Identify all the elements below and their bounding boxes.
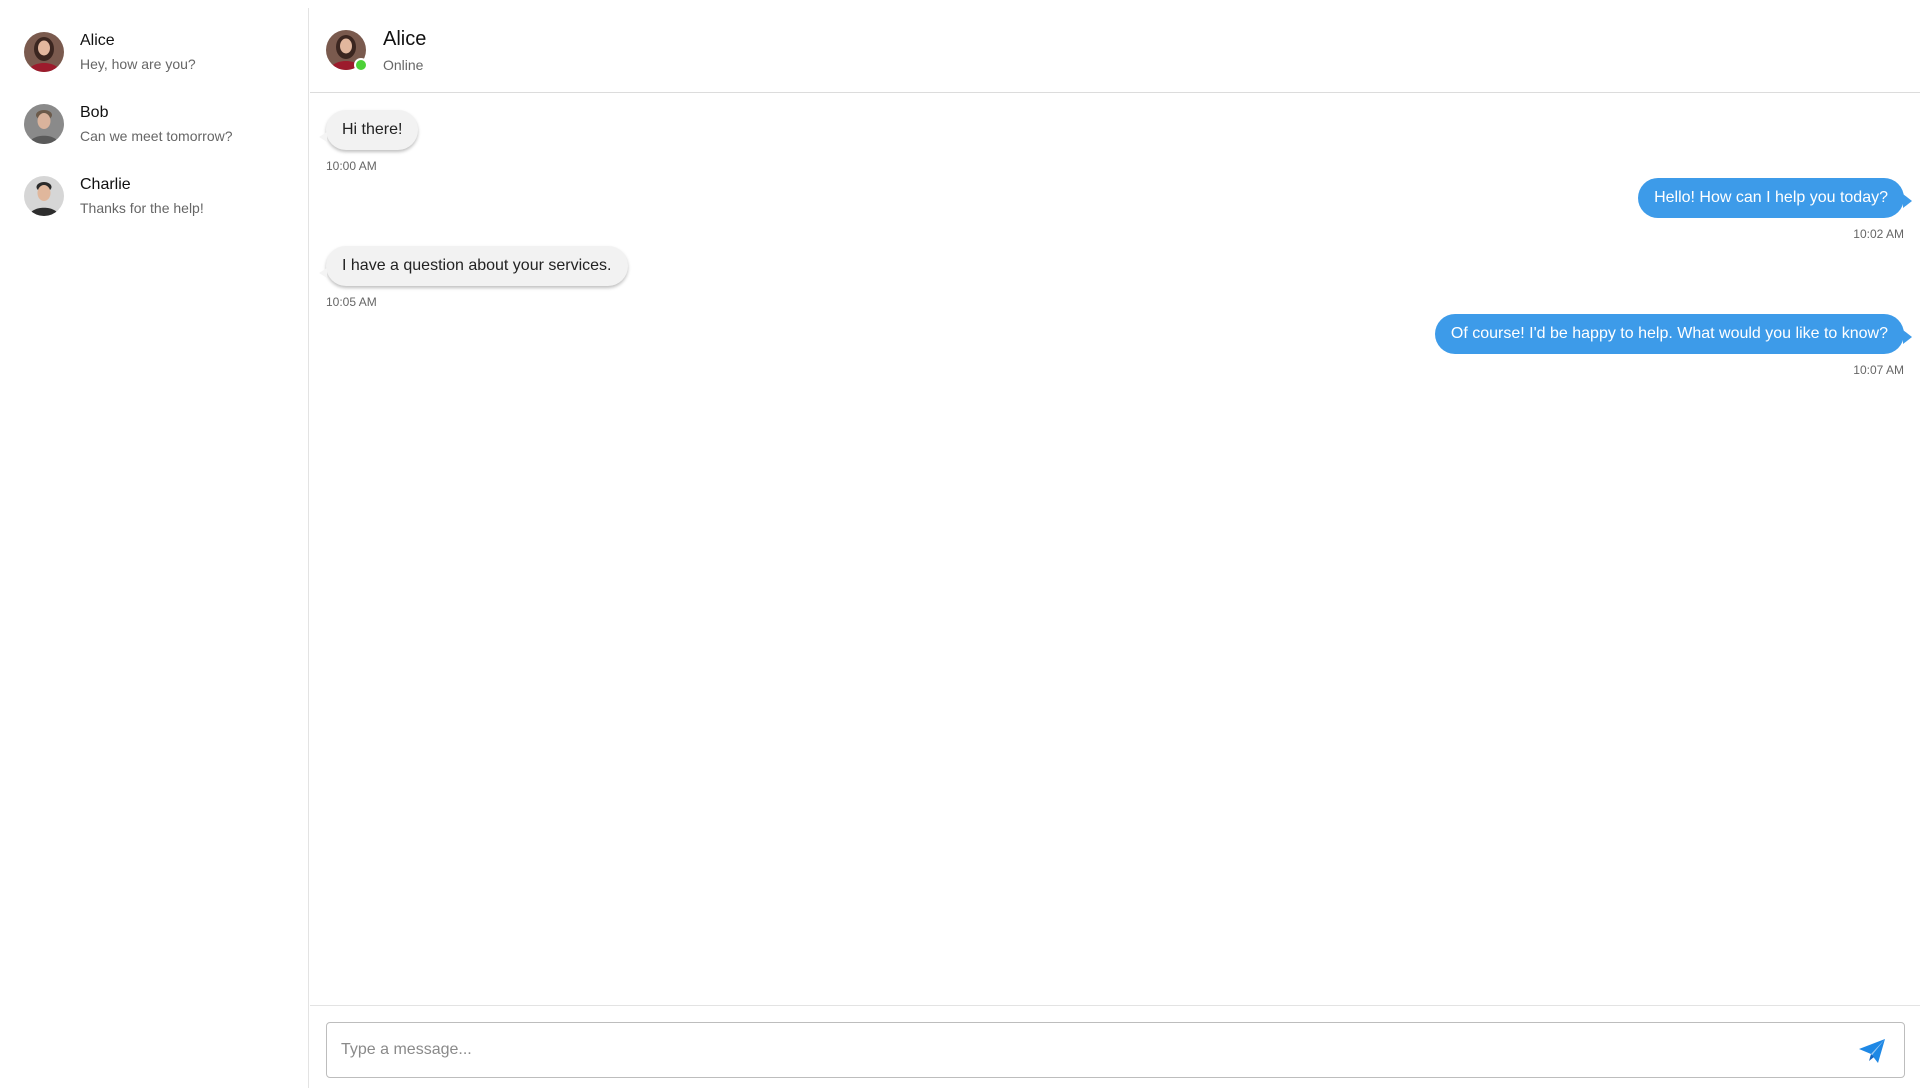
message-timestamp: 10:02 AM bbox=[1853, 227, 1904, 241]
message-outgoing: Hello! How can I help you today? bbox=[1638, 178, 1912, 218]
send-icon bbox=[1859, 1039, 1885, 1063]
conversation-preview: Can we meet tomorrow? bbox=[80, 128, 233, 144]
message-bubble: Hello! How can I help you today? bbox=[1638, 178, 1912, 218]
message-bubble: Hi there! bbox=[318, 110, 419, 150]
message-outgoing: Of course! I'd be happy to help. What wo… bbox=[1434, 314, 1913, 354]
conversation-item-alice[interactable]: Alice Hey, how are you? bbox=[0, 8, 308, 80]
chat-app: Alice Hey, how are you? Bob Can we meet … bbox=[0, 0, 1920, 1088]
online-status-dot bbox=[354, 58, 368, 72]
chat-contact-status: Online bbox=[383, 57, 424, 73]
conversation-preview: Hey, how are you? bbox=[80, 56, 196, 72]
conversation-name: Charlie bbox=[80, 176, 131, 193]
avatar-bob bbox=[24, 104, 64, 144]
avatar-alice bbox=[24, 32, 64, 72]
conversation-name: Alice bbox=[80, 32, 115, 49]
message-bubble: Of course! I'd be happy to help. What wo… bbox=[1434, 314, 1913, 354]
chat-panel: Alice Online Hi there! 10:00 AM Hello! H… bbox=[310, 0, 1920, 1080]
message-input-box bbox=[326, 1022, 1905, 1078]
message-timestamp: 10:07 AM bbox=[1853, 363, 1904, 377]
conversation-list: Alice Hey, how are you? Bob Can we meet … bbox=[0, 8, 309, 1088]
message-incoming: I have a question about your services. bbox=[319, 246, 628, 286]
message-input[interactable] bbox=[327, 1023, 1837, 1077]
avatar-charlie bbox=[24, 176, 64, 216]
message-composer bbox=[310, 1005, 1920, 1080]
conversation-item-bob[interactable]: Bob Can we meet tomorrow? bbox=[0, 80, 308, 152]
message-timestamp: 10:00 AM bbox=[326, 159, 377, 173]
conversation-name: Bob bbox=[80, 104, 109, 121]
chat-header: Alice Online bbox=[310, 8, 1920, 93]
send-button[interactable] bbox=[1858, 1038, 1886, 1064]
conversation-preview: Thanks for the help! bbox=[80, 200, 204, 216]
chat-contact-name: Alice bbox=[383, 28, 427, 50]
message-bubble: I have a question about your services. bbox=[319, 246, 628, 286]
conversation-item-charlie[interactable]: Charlie Thanks for the help! bbox=[0, 152, 308, 224]
message-incoming: Hi there! bbox=[318, 110, 419, 150]
message-timestamp: 10:05 AM bbox=[326, 295, 377, 309]
